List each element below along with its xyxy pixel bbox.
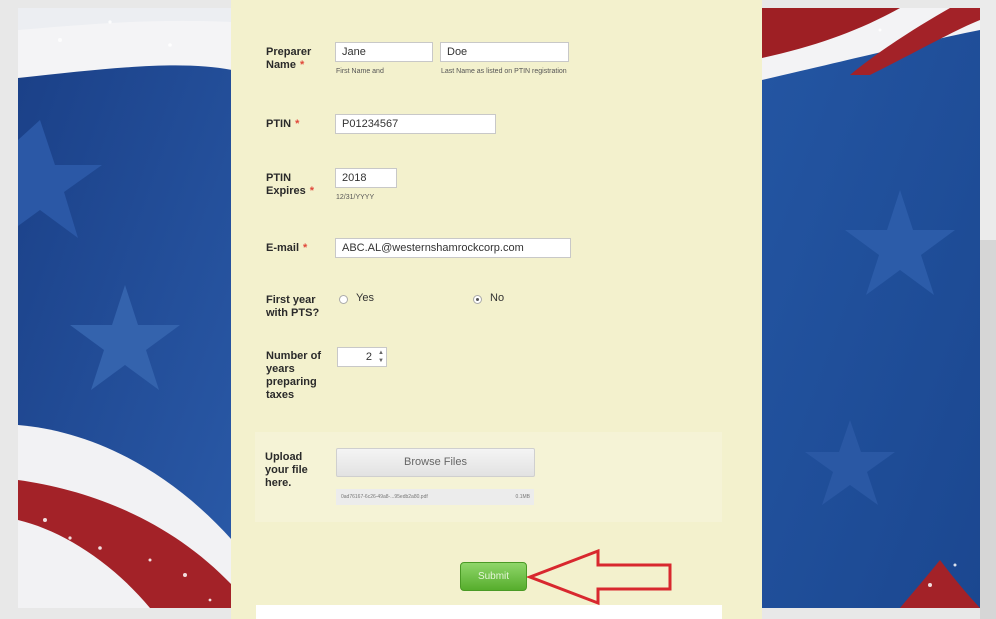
radio-yes[interactable]: [339, 295, 348, 304]
required-marker: *: [299, 59, 305, 71]
upload-label: Upload your file here.: [265, 451, 308, 489]
years-preparing-stepper[interactable]: 2 ▲ ▼: [337, 347, 387, 367]
stepper-value: 2: [365, 351, 372, 363]
uploaded-file-row: 0ad76167-6c26-49a8-...95edb2a80.pdf 0.1M…: [336, 489, 534, 505]
uploaded-file-name: 0ad76167-6c26-49a8-...95edb2a80.pdf: [341, 494, 428, 500]
years-preparing-label: Number of years preparing taxes: [266, 350, 321, 401]
email-input[interactable]: ABC.AL@westernshamrockcorp.com: [335, 238, 571, 258]
arrow-annotation-icon: [527, 548, 672, 606]
radio-no[interactable]: [473, 295, 482, 304]
first-name-hint: First Name and: [336, 68, 384, 75]
required-marker: *: [295, 118, 300, 130]
required-marker: *: [309, 185, 315, 197]
ptin-label: PTIN *: [266, 118, 300, 130]
submit-button[interactable]: Submit: [460, 562, 527, 591]
radio-no-label: No: [490, 292, 505, 304]
browse-files-button[interactable]: Browse Files: [336, 448, 535, 477]
form-footer-strip: [256, 605, 722, 619]
ptin-input[interactable]: P01234567: [335, 114, 496, 134]
last-name-hint: Last Name as listed on PTIN registration: [441, 68, 567, 75]
preparer-name-label: Preparer Name *: [266, 46, 312, 71]
ptin-expires-input[interactable]: 2018: [335, 168, 397, 188]
ptin-expires-hint: 12/31/YYYY: [336, 194, 375, 201]
first-name-input[interactable]: Jane: [335, 42, 433, 62]
form-lower-section: [255, 432, 722, 522]
uploaded-file-size: 0.1MB: [515, 494, 530, 500]
required-marker: *: [303, 242, 308, 254]
last-name-input[interactable]: Doe: [440, 42, 569, 62]
screenshot: Preparer Name * Jane Doe First Name and L…: [0, 0, 996, 619]
email-label: E-mail *: [266, 242, 308, 254]
first-year-label: First year with PTS?: [266, 294, 320, 319]
stepper-arrows-icon[interactable]: ▲ ▼: [378, 349, 384, 365]
ptin-expires-label: PTIN Expires *: [266, 172, 315, 197]
radio-yes-label: Yes: [356, 292, 374, 304]
